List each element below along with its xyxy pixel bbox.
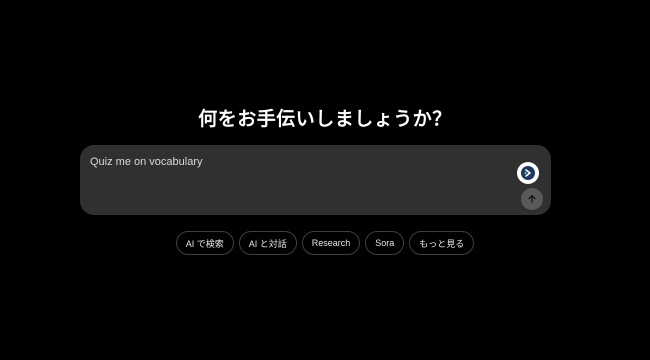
ai-extension-icon — [521, 166, 535, 180]
chip-research[interactable]: Research — [301, 231, 361, 255]
prompt-input[interactable] — [90, 155, 510, 169]
arrow-up-icon — [528, 194, 536, 204]
prompt-composer[interactable] — [80, 145, 551, 215]
chip-sora[interactable]: Sora — [365, 231, 405, 255]
suggestion-chips: AI で検索 AI と対話 Research Sora もっと見る — [0, 231, 650, 255]
ai-extension-button[interactable] — [517, 162, 539, 184]
chip-search-with-ai[interactable]: AI で検索 — [175, 231, 234, 255]
main-stage: 何をお手伝いしましょうか？ AI で検索 AI と対話 Research Sor… — [0, 0, 650, 360]
chip-see-more[interactable]: もっと見る — [409, 231, 475, 255]
send-button[interactable] — [521, 188, 543, 210]
chip-chat-with-ai[interactable]: AI と対話 — [238, 231, 297, 255]
page-title: 何をお手伝いしましょうか？ — [198, 108, 452, 130]
